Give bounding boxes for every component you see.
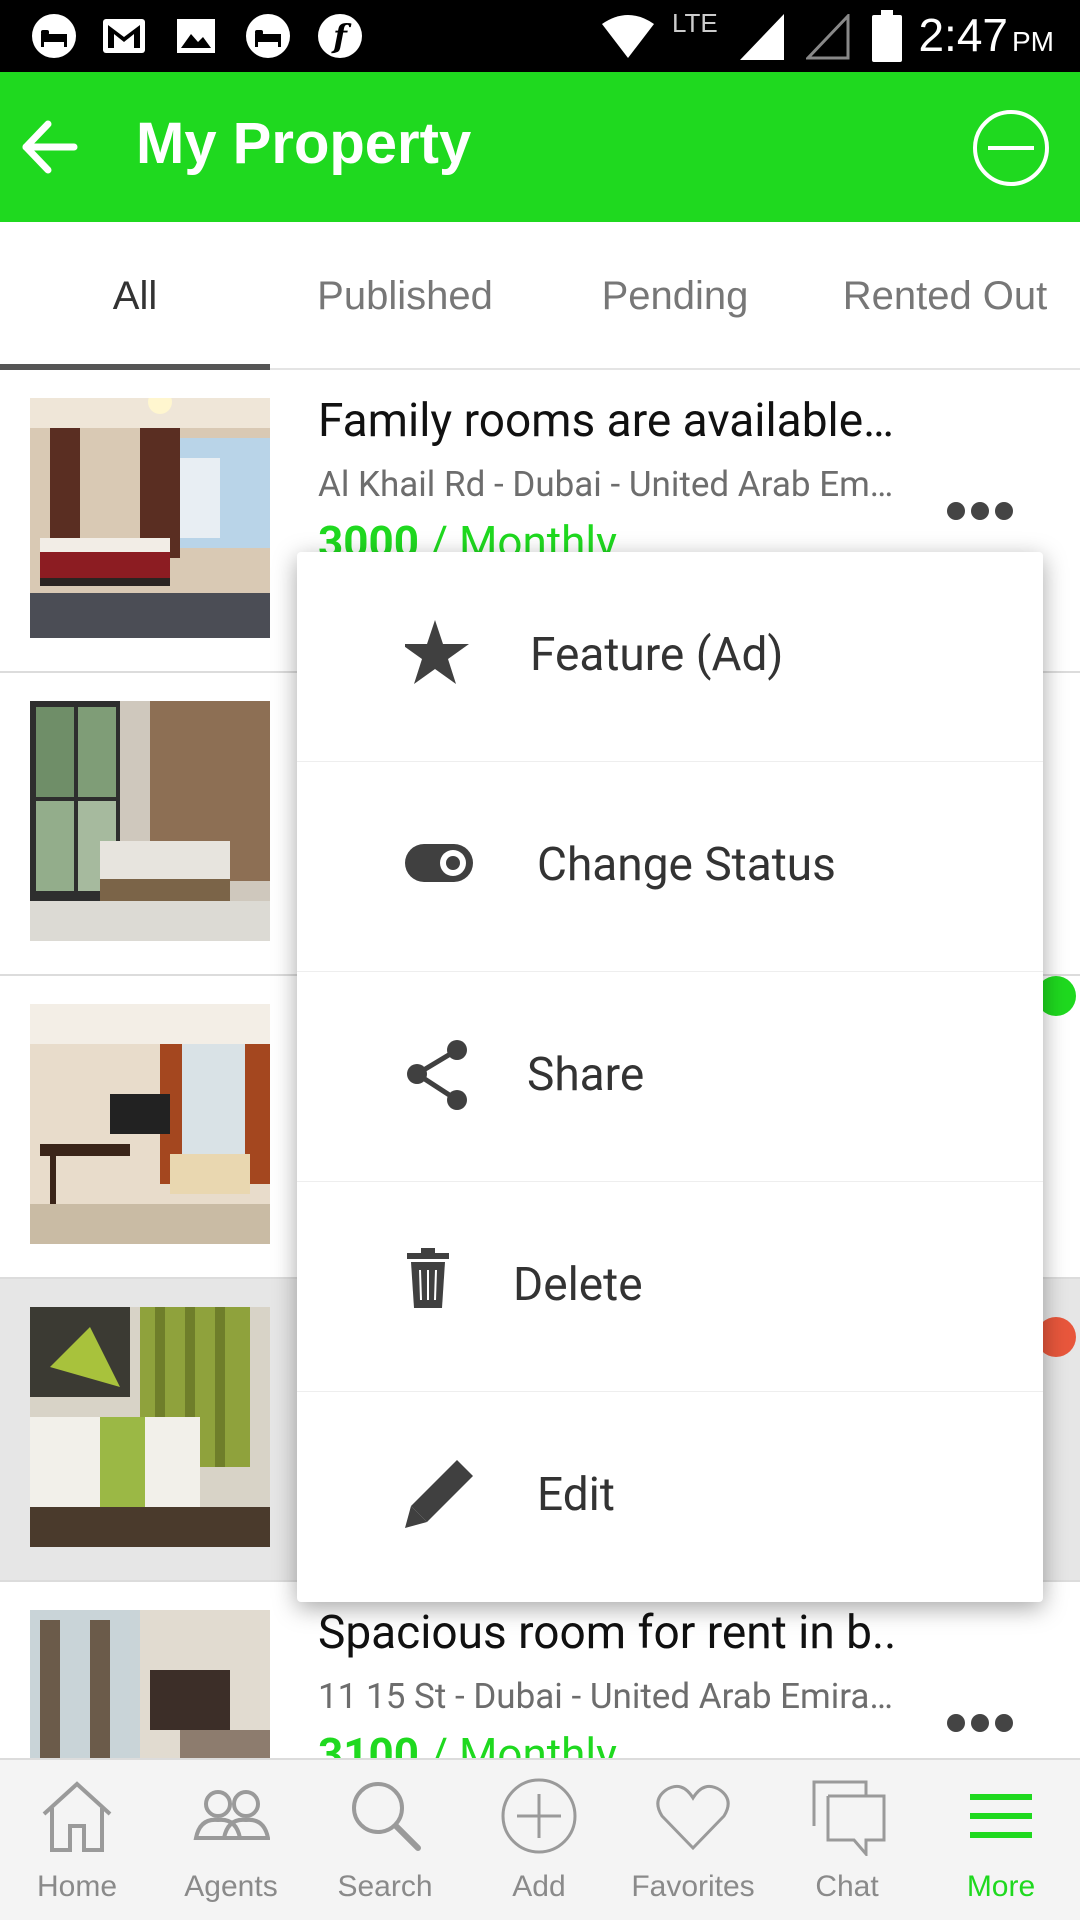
property-address: 11 15 St - Dubai - United Arab Emira… (318, 1676, 893, 1717)
nav-home[interactable]: Home (0, 1760, 154, 1920)
menu-item-change-status[interactable]: Change Status (297, 762, 1043, 972)
clock-ampm: PM (1012, 26, 1054, 57)
battery-icon (872, 10, 902, 62)
nav-add[interactable]: Add (462, 1760, 616, 1920)
wifi-icon (602, 15, 654, 58)
nav-agents[interactable]: Agents (154, 1760, 308, 1920)
signal-icon (740, 14, 784, 60)
agents-icon (193, 1790, 270, 1840)
nav-home-label: Home (36, 1870, 118, 1903)
home-icon (42, 1781, 112, 1852)
toggle-icon (405, 844, 473, 882)
search-icon (352, 1782, 421, 1851)
property-row[interactable]: Spacious room for rent in b.. 11 15 St -… (0, 1582, 1080, 1758)
property-photo (30, 1307, 270, 1547)
clock-time: 2:47 (918, 9, 1008, 61)
app-f-notification-icon: f (318, 14, 362, 58)
chat-icon (812, 1780, 886, 1856)
nav-more-label: More (966, 1870, 1036, 1903)
more-options-icon[interactable] (945, 1710, 1015, 1736)
gmail-notification-icon (103, 19, 145, 53)
nav-search-label: Search (337, 1870, 433, 1903)
menu-item-share[interactable]: Share (297, 972, 1043, 1182)
nav-add-label: Add (512, 1870, 566, 1903)
heart-icon (656, 1784, 730, 1851)
signal-icon-2 (806, 14, 850, 60)
nav-agents-label: Agents (184, 1870, 278, 1903)
menu-item-label: Delete (513, 1258, 643, 1312)
price-period: / Monthly (418, 1728, 617, 1758)
pencil-icon (405, 1460, 473, 1528)
menu-item-label: Share (527, 1048, 645, 1102)
nav-chat[interactable]: Chat (770, 1760, 924, 1920)
screen: f LTE 2:47 PM My Property All Published … (0, 0, 1080, 1920)
property-address: Al Khail Rd - Dubai - United Arab Em… (318, 464, 894, 505)
network-type-label: LTE (672, 8, 718, 38)
bottom-navigation: Home Agents Search Add Favorites Chat Mo… (0, 1758, 1080, 1920)
tab-pending[interactable]: Pending (540, 222, 810, 370)
property-photo (30, 398, 270, 638)
page-title: My Property (136, 111, 472, 176)
share-icon (407, 1040, 467, 1110)
star-icon (405, 620, 469, 684)
property-photo (30, 701, 270, 941)
property-price: 3100 / Monthly (318, 1728, 617, 1758)
price-value: 3100 (318, 1728, 419, 1758)
property-photo (30, 1004, 270, 1244)
menu-item-label: Change Status (537, 838, 836, 892)
tab-all[interactable]: All (0, 222, 270, 370)
nav-favorites-label: Favorites (631, 1870, 755, 1903)
nav-chat-label: Chat (815, 1870, 879, 1903)
trash-icon (407, 1248, 449, 1308)
back-arrow-icon[interactable] (18, 112, 82, 182)
image-notification-icon (177, 19, 215, 53)
add-icon (501, 1778, 577, 1854)
menu-icon (970, 1794, 1032, 1838)
hotel-notification-icon-2 (246, 14, 290, 58)
more-options-icon[interactable] (945, 498, 1015, 524)
property-title: Spacious room for rent in b.. (318, 1606, 897, 1660)
nav-favorites[interactable]: Favorites (616, 1760, 770, 1920)
menu-item-feature[interactable]: Feature (Ad) (297, 552, 1043, 762)
status-bar: f LTE 2:47 PM (0, 0, 1080, 72)
tab-rented-out[interactable]: Rented Out (810, 222, 1080, 370)
app-bar: My Property (0, 72, 1080, 222)
nav-more[interactable]: More (924, 1760, 1078, 1920)
remove-circle-icon[interactable] (972, 109, 1050, 187)
menu-item-edit[interactable]: Edit (297, 1392, 1043, 1602)
menu-item-label: Edit (537, 1468, 615, 1522)
clock: 2:47 PM (918, 8, 1054, 62)
property-photo (30, 1610, 270, 1758)
menu-item-label: Feature (Ad) (530, 628, 784, 682)
options-menu: Feature (Ad) Change Status Share Delete … (297, 552, 1043, 1602)
property-title: Family rooms are available… (318, 394, 894, 448)
tab-published[interactable]: Published (270, 222, 540, 370)
menu-item-delete[interactable]: Delete (297, 1182, 1043, 1392)
hotel-notification-icon (32, 14, 76, 58)
nav-search[interactable]: Search (308, 1760, 462, 1920)
filter-tabs: All Published Pending Rented Out (0, 222, 1080, 370)
